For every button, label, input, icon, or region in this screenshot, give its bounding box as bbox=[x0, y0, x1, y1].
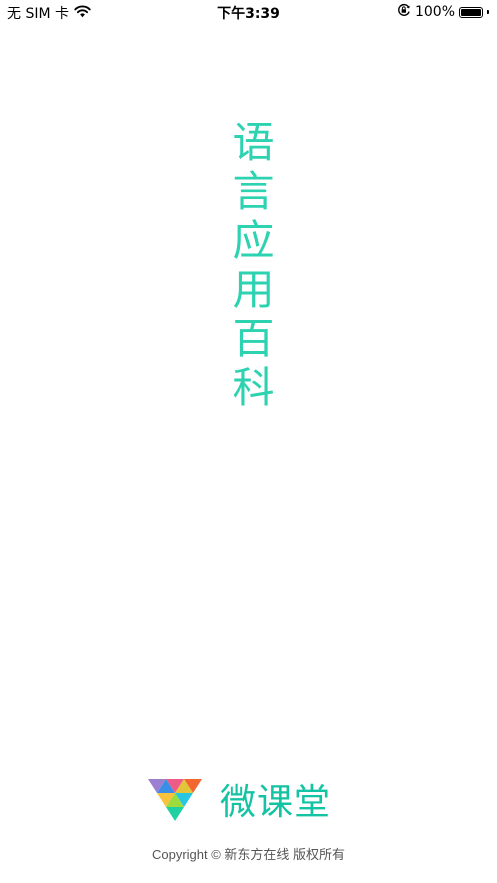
brand-logo: 微课堂 bbox=[148, 779, 331, 827]
battery-nub bbox=[487, 10, 489, 14]
app-title: 语言应用百科 bbox=[226, 120, 275, 414]
orientation-lock-icon bbox=[397, 3, 411, 21]
logo-text: 微课堂 bbox=[220, 782, 332, 823]
status-right: 100% bbox=[397, 3, 489, 21]
battery-fill bbox=[461, 8, 481, 16]
status-bar: 无 SIM 卡 下午3:39 100% bbox=[0, 0, 497, 26]
copyright-text: Copyright © 新东方在线 版权所有 bbox=[151, 847, 346, 862]
battery-percent: 100% bbox=[414, 4, 455, 20]
battery-icon bbox=[459, 6, 483, 18]
v-logo-icon bbox=[148, 779, 214, 827]
